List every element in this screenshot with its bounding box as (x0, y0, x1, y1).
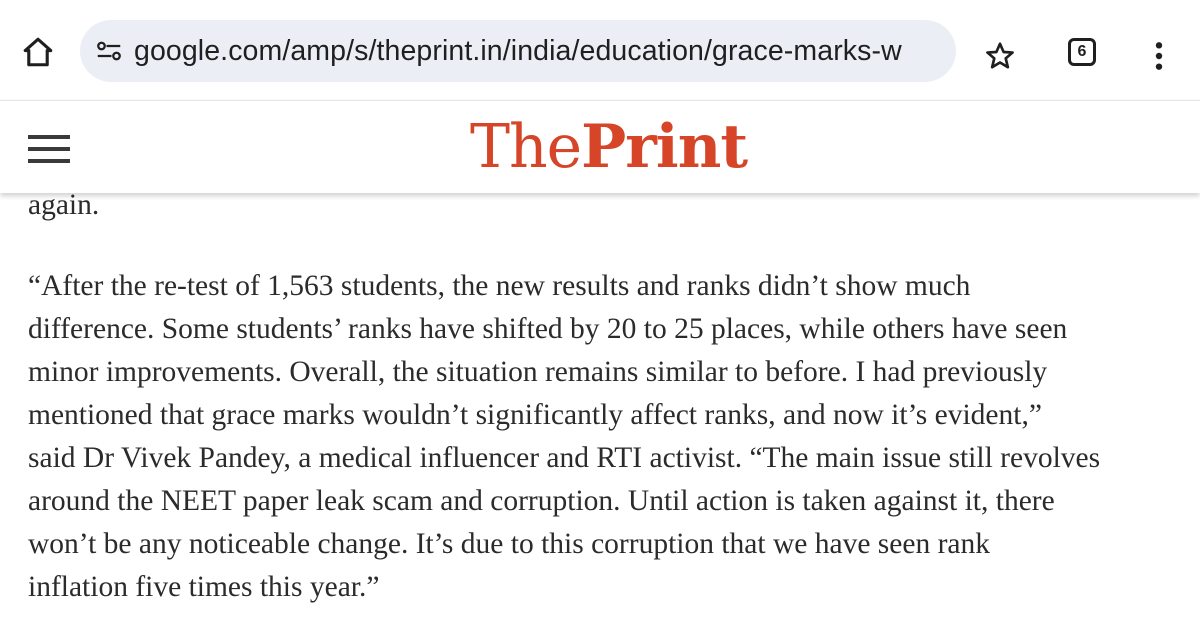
bookmark-button[interactable] (980, 36, 1020, 76)
logo-print: Print (581, 112, 748, 182)
paragraph-line: mentioned that grace marks wouldn’t sign… (28, 399, 1042, 431)
paragraph-line: around the NEET paper leak scam and corr… (28, 485, 1055, 517)
tab-switcher-icon[interactable]: 6 (1068, 38, 1096, 66)
hamburger-icon[interactable] (28, 135, 70, 167)
home-icon (23, 37, 53, 67)
paragraph-line: inflation five times this year.” (28, 571, 380, 603)
quote-paragraph: “After the re-test of 1,563 students, th… (28, 265, 1178, 609)
address-bar[interactable]: google.com/amp/s/theprint.in/india/educa… (80, 20, 956, 82)
browser-toolbar: google.com/amp/s/theprint.in/india/educa… (0, 0, 1200, 100)
star-icon (986, 42, 1014, 69)
site-info-button[interactable] (90, 32, 128, 70)
home-button[interactable] (18, 32, 58, 72)
paragraph-line: “After the re-test of 1,563 students, th… (28, 270, 971, 302)
logo-the: The (470, 112, 582, 182)
site-logo[interactable]: ThePrint (470, 109, 748, 185)
paragraph-line: difference. Some students’ ranks have sh… (28, 313, 1068, 345)
paragraph-line: won’t be any noticeable change. It’s due… (28, 528, 990, 560)
site-header: ThePrint (0, 100, 1200, 193)
more-vert-icon (1155, 42, 1163, 70)
url-text[interactable]: google.com/amp/s/theprint.in/india/educa… (134, 35, 902, 68)
more-menu-button[interactable] (1144, 36, 1174, 76)
tune-icon (97, 41, 121, 61)
article-body: again. “After the re-test of 1,563 stude… (28, 168, 1178, 609)
paragraph-line: minor improvements. Overall, the situati… (28, 356, 1048, 388)
paragraph-line: said Dr Vivek Pandey, a medical influenc… (28, 442, 1101, 474)
